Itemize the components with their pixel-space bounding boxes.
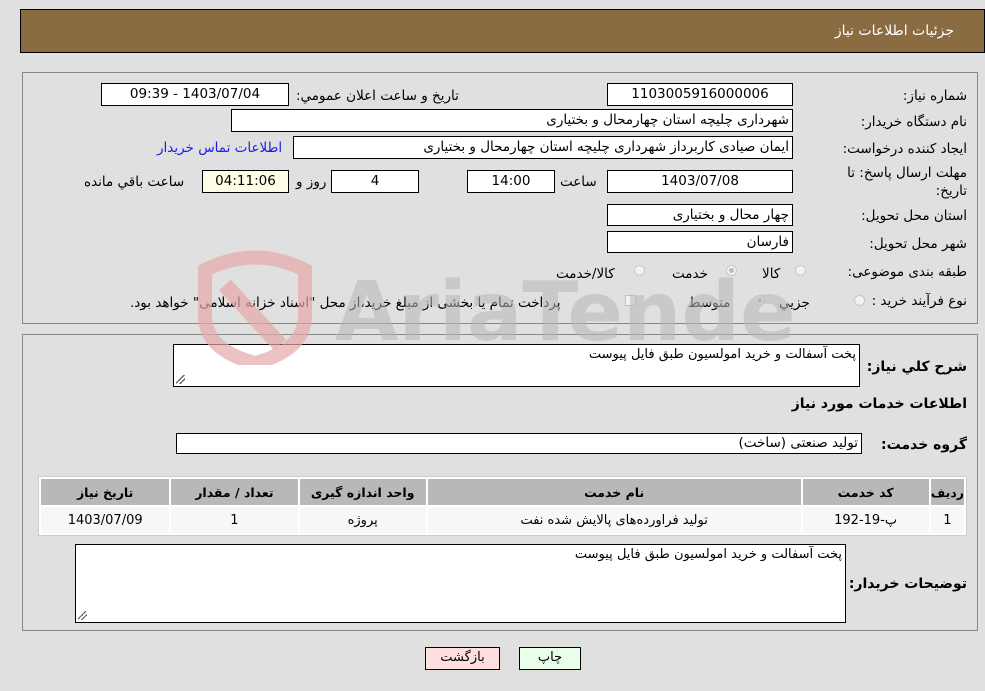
buyer-org-label: نام دستگاه خریدار: bbox=[860, 114, 967, 130]
announce-datetime-field: 1403/07/04 - 09:39 bbox=[101, 83, 289, 106]
table-row: 1 پ-19-192 تولید فراورده‌های پالایش شده … bbox=[41, 507, 964, 533]
cell-unit: پروژه bbox=[299, 507, 426, 533]
cell-quantity: 1 bbox=[171, 507, 298, 533]
back-button[interactable]: بازگشت bbox=[425, 647, 500, 670]
cell-need-date: 1403/07/09 bbox=[41, 507, 170, 533]
col-header-quantity: تعداد / مقدار bbox=[171, 479, 298, 505]
col-header-service-name: نام خدمت bbox=[427, 479, 801, 505]
city-label: شهر محل تحویل: bbox=[869, 236, 967, 252]
buyer-org-field: شهرداری چلیچه استان چهارمحال و بختیاری bbox=[231, 109, 793, 132]
col-header-need-date: تاریخ نیاز bbox=[41, 479, 170, 505]
services-section-title: اطلاعات خدمات مورد نياز bbox=[791, 396, 967, 412]
resize-grip-icon[interactable] bbox=[176, 375, 185, 384]
page-header: جزئیات اطلاعات نیاز bbox=[20, 9, 985, 53]
cell-service-code: پ-19-192 bbox=[802, 507, 929, 533]
treasury-checkbox[interactable] bbox=[625, 295, 636, 306]
page-title: جزئیات اطلاعات نیاز bbox=[834, 23, 954, 39]
treasury-note: پرداخت تمام یا بخشی از مبلغ خرید،از محل … bbox=[130, 295, 561, 311]
category-option-goods-service: کالا/خدمت bbox=[556, 266, 615, 282]
province-label: استان محل تحویل: bbox=[861, 208, 967, 224]
col-header-service-code: کد خدمت bbox=[802, 479, 929, 505]
category-label: طبقه بندی موضوعی: bbox=[847, 264, 967, 280]
province-field: چهار محال و بختیاری bbox=[607, 204, 793, 226]
deadline-label: مهلت ارسال پاسخ: تا bbox=[847, 165, 967, 181]
purchase-radio-minor[interactable] bbox=[854, 295, 865, 306]
table-header-row: ردیف کد خدمت نام خدمت واحد اندازه گیری ت… bbox=[41, 479, 964, 505]
requester-field: ایمان صیادی کاربرداز شهرداری چلیچه استان… bbox=[293, 136, 793, 159]
resize-grip-icon[interactable] bbox=[78, 611, 87, 620]
category-option-goods: کالا bbox=[762, 266, 781, 282]
need-number-label: شماره نیاز: bbox=[902, 88, 967, 104]
remaining-time-label: ساعت باقي مانده bbox=[84, 174, 185, 190]
purchase-option-medium: متوسط bbox=[688, 295, 731, 311]
general-desc-label: شرح کلي نياز: bbox=[866, 359, 967, 375]
service-group-label: گروه خدمت: bbox=[881, 437, 967, 453]
purchase-option-minor: جزیي bbox=[779, 295, 810, 311]
requester-label: ایجاد کننده درخواست: bbox=[842, 141, 967, 157]
print-button[interactable]: چاپ bbox=[519, 647, 581, 670]
buyer-contact-link[interactable]: اطلاعات تماس خریدار bbox=[157, 140, 282, 156]
col-header-unit: واحد اندازه گیری bbox=[299, 479, 426, 505]
services-table: ردیف کد خدمت نام خدمت واحد اندازه گیری ت… bbox=[38, 476, 967, 536]
remaining-time-field: 04:11:06 bbox=[202, 170, 289, 193]
service-group-field: تولید صنعتی (ساخت) bbox=[176, 433, 862, 454]
cell-service-name: تولید فراورده‌های پالایش شده نفت bbox=[427, 507, 801, 533]
city-field: فارسان bbox=[607, 231, 793, 253]
need-number-field: 1103005916000006 bbox=[607, 83, 793, 106]
category-option-service: خدمت bbox=[672, 266, 708, 282]
purchase-radio-medium[interactable] bbox=[754, 295, 765, 306]
category-radio-service[interactable] bbox=[726, 265, 737, 276]
services-table-wrapper: ردیف کد خدمت نام خدمت واحد اندازه گیری ت… bbox=[38, 476, 967, 536]
remaining-days-field: 4 bbox=[331, 170, 419, 193]
announce-datetime-label: تاریخ و ساعت اعلان عمومي: bbox=[296, 88, 459, 104]
buyer-notes-textarea[interactable]: پخت آسفالت و خرید امولسیون طبق فایل پیوس… bbox=[75, 544, 846, 623]
buyer-notes-text: پخت آسفالت و خرید امولسیون طبق فایل پیوس… bbox=[574, 547, 842, 562]
deadline-date-field: 1403/07/08 bbox=[607, 170, 793, 193]
category-radio-goods-service[interactable] bbox=[634, 265, 645, 276]
col-header-row-number: ردیف bbox=[930, 479, 964, 505]
category-radio-goods[interactable] bbox=[795, 265, 806, 276]
purchase-type-label: نوع فرآیند خرید : bbox=[871, 293, 967, 309]
buyer-notes-label: توضیحات خریدار: bbox=[848, 576, 967, 592]
deadline-label-line2: تاریخ: bbox=[935, 183, 967, 199]
general-desc-textarea[interactable]: پخت آسفالت و خرید امولسیون طبق فایل پیوس… bbox=[173, 344, 860, 387]
cell-row-number: 1 bbox=[930, 507, 964, 533]
deadline-time-label: ساعت bbox=[560, 174, 597, 190]
general-desc-text: پخت آسفالت و خرید امولسیون طبق فایل پیوس… bbox=[588, 347, 856, 362]
days-label: روز و bbox=[296, 174, 327, 190]
deadline-time-field: 14:00 bbox=[467, 170, 555, 193]
